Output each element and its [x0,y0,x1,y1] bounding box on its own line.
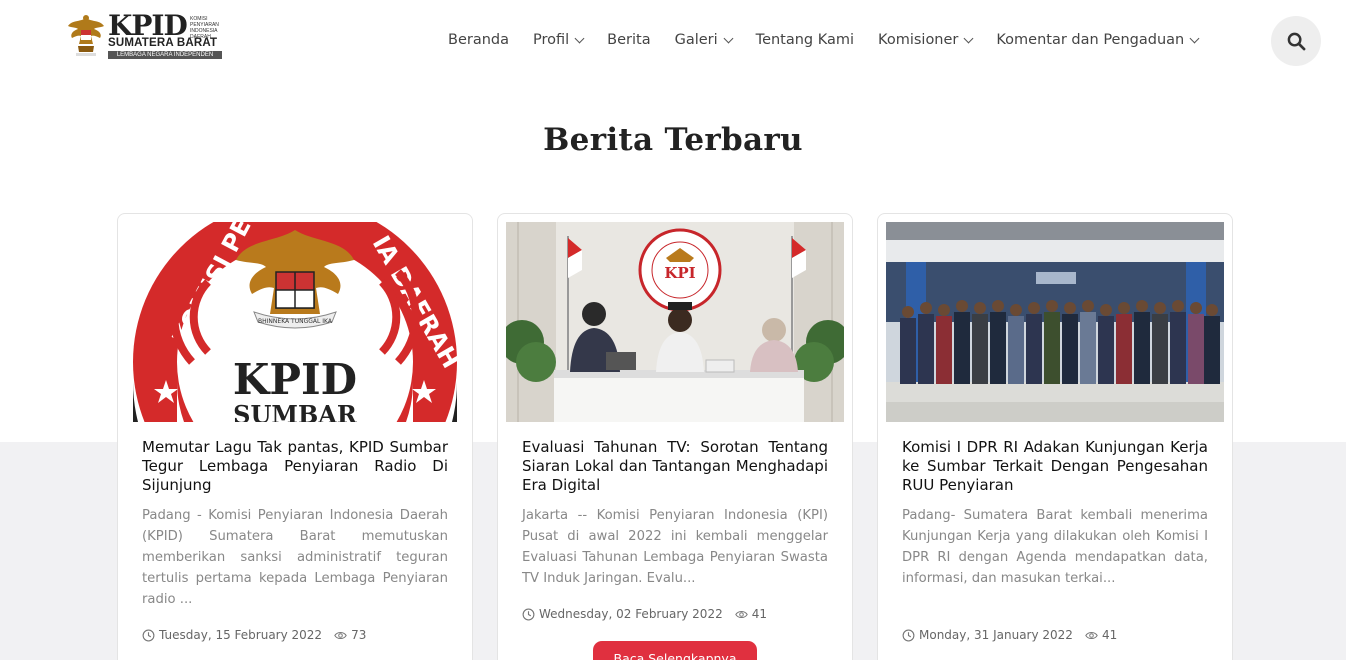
chevron-down-icon [963,33,974,43]
news-card-image[interactable]: KPI [506,222,844,422]
nav-item-komentar-pengaduan[interactable]: Komentar dan Pengaduan [996,32,1200,48]
read-more-button[interactable]: Baca Selengkapnya [593,641,757,660]
news-card-excerpt: Padang- Sumatera Barat kembali menerima … [902,508,1208,586]
clock-icon [142,629,155,641]
chevron-down-icon [1189,33,1200,43]
garuda-motto: BHINNEKA TUNGGAL IKA [258,318,333,325]
eye-icon [734,610,748,618]
nav-item-berita[interactable]: Berita [607,32,650,48]
clock-icon [902,629,915,641]
news-card-date: Monday, 31 January 2022 [919,628,1073,642]
eye-icon [334,631,347,639]
site-logo[interactable]: KPID KOMISI PENYIARAN INDONESIA DAERAH S… [66,10,226,60]
news-card[interactable]: KPI Evaluasi Tahunan TV: Sorotan Tentang… [497,213,853,660]
news-card-title[interactable]: Evaluasi Tahunan TV: Sorotan Tentang Sia… [522,438,828,495]
main-nav: Beranda Profil Berita Galeri Tentang Kam… [448,30,1200,50]
kpi-wall-logo: KPI [664,264,695,282]
people-group [900,300,1220,384]
nav-label: Profil [533,32,570,48]
nav-label: Komisioner [878,32,959,48]
news-card-meta: Monday, 31 January 2022 41 [902,628,1117,642]
nav-label: Galeri [674,32,718,48]
clock-icon [522,608,535,620]
views-count: 41 [751,607,767,621]
nav-label: Berita [607,32,651,48]
news-card-meta: Tuesday, 15 February 2022 73 [142,628,366,642]
news-card-views: 41 [734,607,767,621]
news-card-title[interactable]: Komisi I DPR RI Adakan Kunjungan Kerja k… [902,438,1208,495]
nav-item-beranda[interactable]: Beranda [448,32,509,48]
views-count: 41 [1101,628,1118,642]
nav-item-profil[interactable]: Profil [533,32,585,48]
nav-item-komisioner[interactable]: Komisioner [878,32,974,48]
eye-icon [1085,631,1098,639]
news-card-views: 73 [334,628,366,642]
search-button[interactable] [1271,16,1321,66]
search-icon [1287,32,1305,50]
nav-label: Tentang Kami [755,32,855,48]
news-card-date: Tuesday, 15 February 2022 [159,628,323,642]
logo-region: SUMATERA BARAT [108,37,218,49]
nav-item-galeri[interactable]: Galeri [674,32,734,48]
news-card-excerpt: Jakarta -- Komisi Penyiaran Indonesia (K… [522,508,828,586]
section-title: Berita Terbaru [543,122,803,158]
nav-label: Komentar dan Pengaduan [996,32,1185,48]
news-card-excerpt: Padang - Komisi Penyiaran Indonesia Daer… [142,508,448,607]
news-card[interactable]: Komisi I DPR RI Adakan Kunjungan Kerja k… [877,213,1233,660]
news-card-date: Wednesday, 02 February 2022 [539,607,723,621]
kpid-logo-text: KPID [233,355,357,404]
news-card-image[interactable] [886,222,1224,422]
logo-tagline: LEMBAGA NEGARA INDEPENDEN [108,51,222,59]
views-count: 73 [351,628,367,642]
garuda-emblem-icon [68,15,104,56]
news-card-views: 41 [1085,628,1117,642]
news-card[interactable]: KOMISI PEN IA DAERAH BHINNEKA TUNGGAL IK… [117,213,473,660]
nav-item-tentang-kami[interactable]: Tentang Kami [756,32,854,48]
nav-label: Beranda [448,32,509,48]
site-header: KPID KOMISI PENYIARAN INDONESIA DAERAH S… [0,0,1346,82]
sumbar-logo-text: SUMBAR [233,400,358,422]
news-card-image[interactable]: KOMISI PEN IA DAERAH BHINNEKA TUNGGAL IK… [126,222,464,422]
group-photo-image [886,222,1224,422]
kpid-sumbar-logo-image: KOMISI PEN IA DAERAH BHINNEKA TUNGGAL IK… [126,222,464,422]
news-card-meta: Wednesday, 02 February 2022 41 [522,607,767,621]
chevron-down-icon [574,33,585,43]
meeting-photo-image: KPI [506,222,844,422]
chevron-down-icon [723,33,734,43]
news-card-title[interactable]: Memutar Lagu Tak pantas, KPID Sumbar Teg… [142,438,448,495]
